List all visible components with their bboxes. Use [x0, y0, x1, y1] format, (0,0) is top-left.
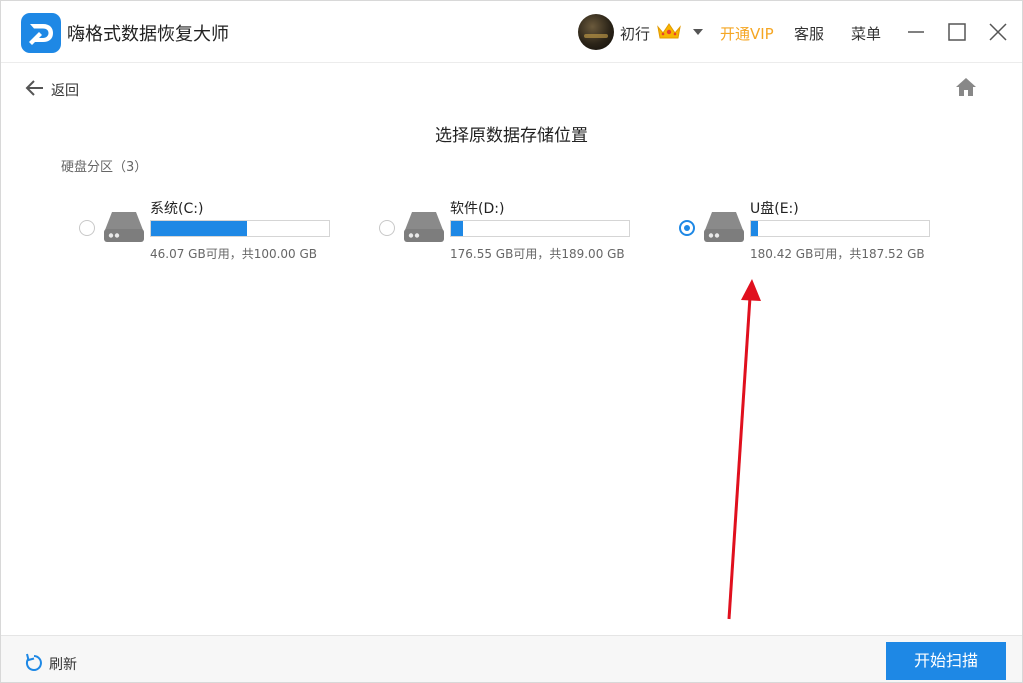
maximize-icon[interactable] [946, 21, 968, 43]
usage-bar [150, 220, 330, 237]
drive-radio-selected[interactable] [679, 220, 695, 236]
hard-drive-icon [404, 212, 444, 242]
partition-section-label: 硬盘分区（3） [61, 160, 148, 175]
avatar[interactable] [578, 14, 614, 50]
vip-button[interactable]: 开通VIP [720, 23, 774, 44]
app-window: 嗨格式数据恢复大师 初行 开通VIP 客服 菜单 返回 选择原数据存储位置 硬盘… [0, 0, 1023, 683]
drive-name: 系统(C:) [150, 201, 204, 217]
drive-capacity-info: 176.55 GB可用，共189.00 GB [450, 247, 625, 261]
menu-button[interactable]: 菜单 [851, 23, 881, 44]
title-bar: 嗨格式数据恢复大师 初行 开通VIP 客服 菜单 [1, 1, 1022, 63]
usage-bar-fill [751, 221, 758, 236]
app-logo-icon [21, 13, 61, 53]
drive-capacity-info: 180.42 GB可用，共187.52 GB [750, 247, 925, 261]
service-button[interactable]: 客服 [794, 23, 824, 44]
usage-bar-fill [451, 221, 463, 236]
drive-radio[interactable] [379, 220, 395, 236]
usage-bar-fill [151, 221, 248, 236]
page-title: 选择原数据存储位置 [435, 126, 588, 146]
home-icon[interactable] [955, 77, 977, 97]
minimize-icon[interactable] [905, 21, 927, 43]
drive-name: 软件(D:) [450, 201, 505, 217]
drive-capacity-info: 46.07 GB可用，共100.00 GB [150, 247, 318, 261]
chevron-down-icon[interactable] [692, 28, 704, 36]
drive-item-d[interactable]: 软件(D:) 176.55 GB可用，共189.00 GB [379, 193, 649, 265]
close-icon[interactable] [987, 21, 1009, 43]
hard-drive-icon [104, 212, 144, 242]
drive-item-e[interactable]: U盘(E:) 180.42 GB可用，共187.52 GB [679, 193, 949, 265]
arrow-left-icon [25, 80, 43, 96]
drive-item-c[interactable]: 系统(C:) 46.07 GB可用，共100.00 GB [79, 193, 349, 265]
annotation-arrow [727, 279, 761, 620]
app-title: 嗨格式数据恢复大师 [67, 24, 229, 45]
drive-radio[interactable] [79, 220, 95, 236]
start-scan-button[interactable]: 开始扫描 [886, 642, 1006, 680]
usage-bar [450, 220, 630, 237]
footer-bar: 刷新 开始扫描 [1, 635, 1022, 682]
refresh-label: 刷新 [49, 657, 77, 673]
back-label: 返回 [51, 83, 79, 99]
username[interactable]: 初行 [620, 23, 650, 44]
usage-bar [750, 220, 930, 237]
crown-icon [657, 23, 681, 39]
refresh-icon [25, 653, 42, 671]
drive-name: U盘(E:) [750, 201, 799, 217]
hard-drive-icon [704, 212, 744, 242]
